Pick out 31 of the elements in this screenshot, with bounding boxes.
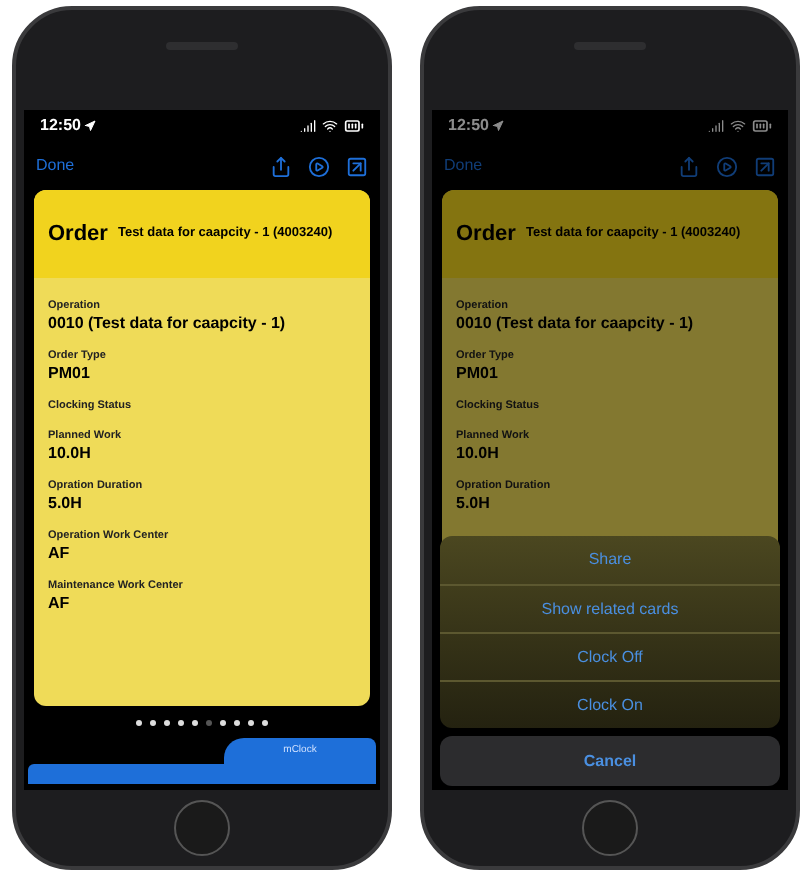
- wifi-icon: [322, 118, 338, 134]
- action-sheet-item[interactable]: Clock On: [440, 680, 780, 728]
- location-icon: [492, 120, 505, 132]
- field-value: PM01: [456, 364, 500, 384]
- location-icon: [84, 120, 97, 132]
- field-value: AF: [48, 544, 72, 564]
- field-value: PM01: [48, 364, 92, 384]
- done-button[interactable]: Done: [36, 158, 75, 174]
- share-icon[interactable]: [270, 155, 292, 177]
- status-time: 12:50: [40, 118, 81, 134]
- signal-icon: [300, 118, 316, 134]
- battery-icon: [344, 116, 364, 136]
- square-arrow-icon[interactable]: [346, 155, 368, 177]
- action-sheet-item[interactable]: Clock Off: [440, 632, 780, 680]
- field-value: 0010 (Test data for caapcity - 1): [48, 314, 288, 334]
- field-value: 5.0H: [456, 494, 492, 514]
- signal-icon: [708, 118, 724, 134]
- action-sheet-item[interactable]: Show related cards: [440, 584, 780, 632]
- field-value: 10.0H: [456, 444, 501, 464]
- wifi-icon: [730, 118, 746, 134]
- field-value: AF: [48, 594, 72, 614]
- battery-icon: [752, 116, 772, 136]
- action-sheet-item[interactable]: Share: [440, 536, 780, 584]
- card-title: Order: [456, 219, 516, 250]
- status-time: 12:50: [448, 118, 489, 134]
- card-title: Order: [48, 219, 108, 250]
- field-value: 0010 (Test data for caapcity - 1): [456, 314, 696, 334]
- field-value: 10.0H: [48, 444, 93, 464]
- play-circle-icon[interactable]: [308, 155, 330, 177]
- field-value: 5.0H: [48, 494, 84, 514]
- cancel-button[interactable]: Cancel: [440, 736, 780, 786]
